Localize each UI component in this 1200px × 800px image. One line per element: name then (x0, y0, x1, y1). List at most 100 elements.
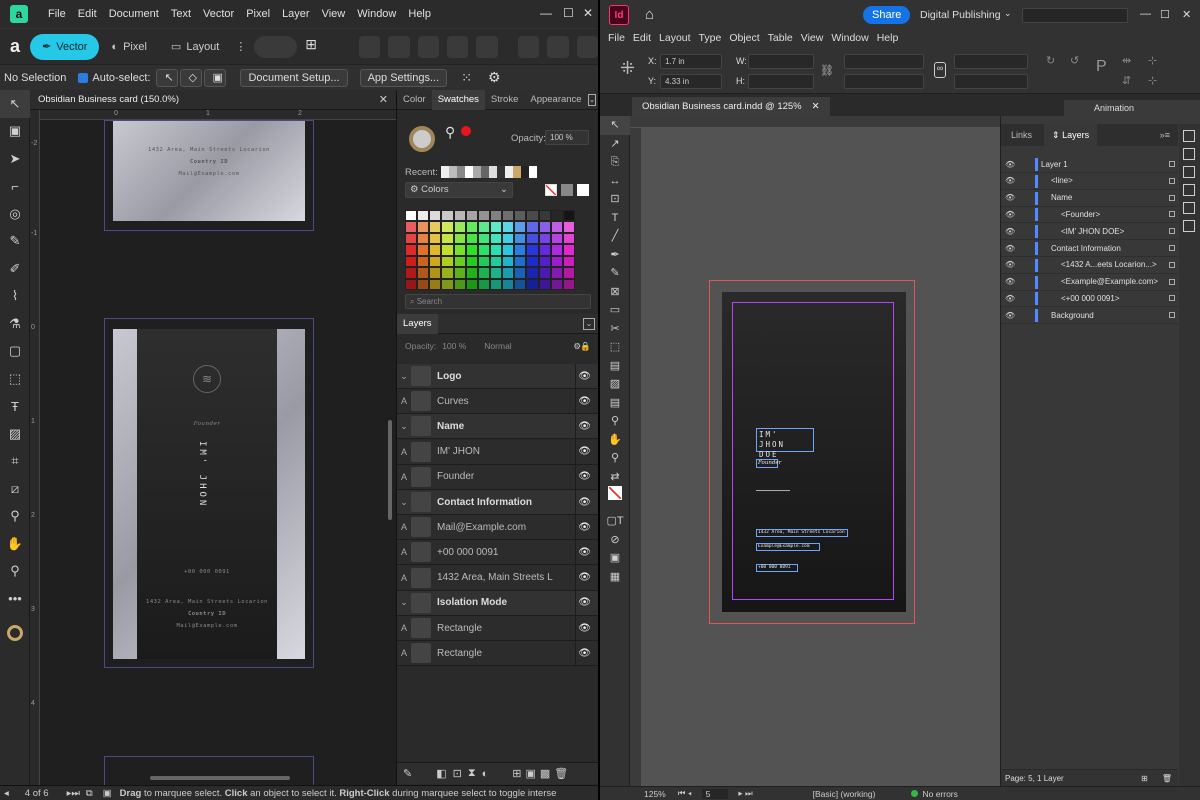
visibility-eye-icon[interactable]: 👁 (1005, 294, 1015, 303)
color-swatch[interactable] (429, 210, 442, 222)
select-square-icon[interactable] (1169, 261, 1175, 268)
color-swatch[interactable] (502, 255, 515, 268)
divider-line[interactable] (756, 490, 790, 491)
select-square-icon[interactable] (1169, 211, 1175, 218)
preflight-status[interactable]: No errors (922, 789, 957, 799)
artboard-tool-icon[interactable]: ▣ (0, 118, 30, 146)
layer-row[interactable]: A Founder 👁 (397, 464, 599, 490)
color-swatch[interactable] (453, 267, 466, 279)
founder-text-frame[interactable]: Founder (756, 459, 781, 468)
panel-icon[interactable] (1183, 130, 1195, 142)
color-swatch[interactable] (502, 221, 515, 233)
expand-icon[interactable]: ⌄ (397, 597, 411, 608)
y-field[interactable]: 4.33 in (660, 74, 722, 89)
indesign-layer-row[interactable]: 👁 <line> (1001, 173, 1178, 190)
white-swatch[interactable] (577, 184, 589, 196)
color-swatch[interactable] (465, 267, 478, 279)
color-swatch[interactable] (441, 255, 454, 268)
color-swatch[interactable] (477, 267, 490, 279)
type-tool-icon[interactable]: T (600, 209, 630, 228)
color-swatch[interactable] (514, 210, 527, 222)
new-layer-icon[interactable]: ⊞ (1141, 774, 1148, 783)
move-tool-icon[interactable]: ↖ (0, 90, 30, 118)
rectangle-frame-icon[interactable]: ⊠ (600, 283, 630, 302)
color-swatch[interactable] (550, 232, 563, 245)
close-icon[interactable]: ✕ (1182, 8, 1191, 21)
gradient-swatch-icon[interactable]: ▤ (600, 357, 630, 376)
color-swatch[interactable] (538, 278, 551, 290)
color-swatch[interactable] (514, 255, 527, 268)
color-swatch[interactable] (477, 278, 490, 290)
page-tool-icon[interactable]: ⎘ (600, 153, 630, 172)
color-swatch[interactable] (490, 221, 503, 233)
pencil-tool-icon[interactable]: ✐ (0, 255, 30, 283)
color-swatch[interactable] (538, 255, 551, 268)
crop-tool-icon[interactable]: ⌗ (0, 448, 30, 476)
color-swatch[interactable] (490, 278, 503, 290)
color-swatch[interactable] (441, 278, 454, 290)
eyedropper-icon[interactable]: ⚲ (0, 503, 30, 531)
opacity-field[interactable]: 100 % (545, 130, 589, 145)
visibility-eye-icon[interactable]: 👁 (1005, 311, 1015, 320)
workspace-switcher[interactable]: Digital Publishing (920, 9, 1001, 21)
select-square-icon[interactable] (1169, 312, 1175, 319)
flip-v-icon[interactable]: ⇵ (1122, 74, 1131, 87)
indesign-layer-row[interactable]: 👁 Background (1001, 307, 1178, 325)
settings-gear-icon[interactable]: ⚙ (488, 69, 501, 86)
select-square-icon[interactable] (1169, 295, 1175, 302)
color-swatch[interactable] (502, 267, 515, 279)
select-content-icon[interactable]: ⊹ (1148, 74, 1157, 87)
color-swatch[interactable] (550, 267, 563, 279)
tab-close-icon[interactable]: ✕ (812, 101, 820, 112)
panel-icon[interactable] (1183, 202, 1195, 214)
more-tools-icon[interactable]: ••• (0, 585, 30, 613)
next-page-icon[interactable]: ▸⏭ (67, 788, 80, 799)
color-swatch[interactable] (502, 210, 515, 222)
palette-select[interactable]: ⚙ Colors ⌄ (405, 182, 513, 198)
color-swatch[interactable] (526, 267, 539, 279)
flip-h-icon[interactable]: ⇹ (1122, 54, 1131, 67)
layer-row[interactable]: A Rectangle 👁 (397, 640, 599, 667)
color-swatch[interactable] (514, 244, 527, 256)
visibility-eye-icon[interactable]: 👁 (1005, 244, 1015, 253)
image-tool-icon[interactable]: ▨ (0, 420, 30, 448)
color-swatch[interactable] (526, 255, 539, 268)
color-swatch[interactable] (417, 221, 430, 233)
layer-type-icon[interactable]: A (397, 522, 411, 532)
color-swatch[interactable] (514, 267, 527, 279)
panel-icon[interactable] (1183, 184, 1195, 196)
indesign-doc-tab[interactable]: Obsidian Business card.indd @ 125% ✕ (632, 97, 830, 116)
persona-layout[interactable]: ▭ Layout (159, 34, 231, 60)
transform-icon[interactable] (576, 35, 598, 58)
tab-layers[interactable]: Layers (397, 313, 438, 334)
screen-mode-icon[interactable]: ▣ (600, 549, 630, 568)
search-input[interactable] (1022, 8, 1128, 23)
fill-stroke-icon[interactable] (600, 486, 630, 512)
color-swatch[interactable] (441, 221, 454, 233)
boolean-subtract-icon[interactable] (388, 35, 410, 58)
visibility-eye-icon[interactable]: 👁 (578, 497, 591, 508)
color-swatch[interactable] (526, 210, 539, 222)
expand-icon[interactable]: ⌄ (397, 497, 411, 508)
menu-type[interactable]: Type (699, 32, 722, 44)
color-swatch[interactable] (441, 210, 454, 222)
layer-type-icon[interactable]: A (397, 472, 411, 482)
color-swatch[interactable] (550, 210, 563, 222)
animation-tab[interactable]: Animation (1064, 100, 1200, 116)
color-swatch[interactable] (417, 244, 430, 256)
auto-select-checkbox[interactable] (78, 72, 89, 83)
hand-tool-icon[interactable]: ✋ (0, 530, 30, 558)
menu-layout[interactable]: Layout (659, 32, 691, 44)
menu-document[interactable]: Document (109, 8, 159, 20)
color-swatch[interactable] (526, 221, 539, 233)
color-swatch[interactable] (514, 221, 527, 233)
minimize-icon[interactable]: — (540, 6, 552, 20)
menu-view[interactable]: View (801, 32, 824, 44)
menu-vector[interactable]: Vector (203, 8, 234, 20)
fill-tool-icon[interactable]: ⚗ (0, 310, 30, 338)
layer-row[interactable]: A Curves 👁 (397, 388, 599, 415)
corner-tool-icon[interactable]: ⌐ (0, 173, 30, 201)
w-field[interactable] (748, 54, 814, 69)
visibility-eye-icon[interactable]: 👁 (1005, 260, 1015, 269)
hand-tool-icon[interactable]: ✋ (600, 431, 630, 450)
